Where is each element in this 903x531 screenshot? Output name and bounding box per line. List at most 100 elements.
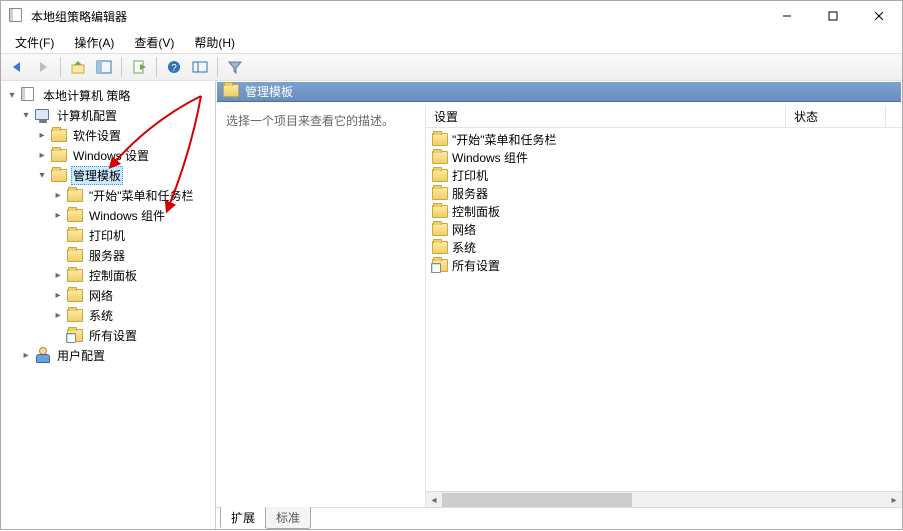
scrollbar-thumb[interactable] [442,493,632,507]
list-item-label: 所有设置 [452,257,500,274]
toolbar-separator [60,57,61,77]
list-item[interactable]: 服务器 [426,184,902,202]
forward-button[interactable] [31,55,55,79]
menu-file[interactable]: 文件(F) [7,32,62,53]
maximize-button[interactable] [810,1,856,31]
folder-icon [432,131,448,147]
list-item-label: 网络 [452,221,476,238]
description-prompt: 选择一个项目来查看它的描述。 [226,114,394,128]
tab-standard[interactable]: 标准 [265,507,311,529]
list-item[interactable]: 系统 [426,238,902,256]
menu-view[interactable]: 查看(V) [126,32,182,53]
list-item-label: "开始"菜单和任务栏 [452,131,557,148]
tree-admin-templates[interactable]: ▾ 管理模板 [1,165,215,185]
folder-icon [67,287,83,303]
computer-icon [35,107,51,123]
toolbar-separator [217,57,218,77]
folder-icon [432,221,448,237]
tree-root[interactable]: ▾ 本地计算机 策略 [1,85,215,105]
tree-network[interactable]: ▸ 网络 [1,285,215,305]
tree-label: 所有设置 [87,326,139,345]
show-hide-tree-button[interactable] [92,55,116,79]
tree-label: 计算机配置 [55,106,119,125]
column-label: 设置 [434,108,458,125]
properties-button[interactable] [188,55,212,79]
up-button[interactable] [66,55,90,79]
back-button[interactable] [5,55,29,79]
list-body[interactable]: "开始"菜单和任务栏Windows 组件打印机服务器控制面板网络系统所有设置 [426,128,902,491]
menubar: 文件(F) 操作(A) 查看(V) 帮助(H) [1,31,902,53]
tree-user-config[interactable]: ▸ 用户配置 [1,345,215,365]
minimize-button[interactable] [764,1,810,31]
tree-label: 打印机 [87,226,127,245]
chevron-right-icon[interactable]: ▸ [35,148,49,162]
tree-panel[interactable]: ▾ 本地计算机 策略 ▾ 计算机配置 ▸ 软件设置 ▸ Wind [1,81,216,529]
column-settings[interactable]: 设置 [426,106,786,127]
column-status[interactable]: 状态 [786,106,886,127]
list-item-label: 服务器 [452,185,488,202]
folder-icon [67,247,83,263]
folder-ext-icon [432,257,448,273]
toolbar: ? [1,53,902,81]
list-item-label: 打印机 [452,167,488,184]
policy-icon [21,87,37,103]
scroll-right-icon[interactable]: ▸ [886,492,902,508]
tab-extended[interactable]: 扩展 [220,507,266,529]
list-item-label: Windows 组件 [452,149,528,166]
tree-win-components[interactable]: ▸ Windows 组件 [1,205,215,225]
menu-help[interactable]: 帮助(H) [186,32,243,53]
tab-label: 标准 [276,511,300,525]
close-button[interactable] [856,1,902,31]
tree-software-settings[interactable]: ▸ 软件设置 [1,125,215,145]
folder-ext-icon [67,327,83,343]
tree-printers[interactable]: ▸ 打印机 [1,225,215,245]
chevron-right-icon[interactable]: ▸ [51,188,65,202]
tabbar: 扩展 标准 [216,507,902,529]
folder-icon [432,239,448,255]
menu-action[interactable]: 操作(A) [66,32,122,53]
horizontal-scrollbar[interactable]: ◂ ▸ [426,491,902,507]
tree-servers[interactable]: ▸ 服务器 [1,245,215,265]
folder-icon [432,203,448,219]
tree-label: 软件设置 [71,126,123,145]
chevron-right-icon[interactable]: ▸ [19,348,33,362]
chevron-right-icon[interactable]: ▸ [35,128,49,142]
chevron-right-icon[interactable]: ▸ [51,308,65,322]
filter-button[interactable] [223,55,247,79]
window-title: 本地组策略编辑器 [31,8,764,25]
folder-icon [67,227,83,243]
list-item[interactable]: Windows 组件 [426,148,902,166]
chevron-right-icon[interactable]: ▸ [51,288,65,302]
tree-label: Windows 组件 [87,206,167,225]
app-icon [9,8,25,24]
chevron-down-icon[interactable]: ▾ [19,108,33,122]
chevron-right-icon[interactable]: ▸ [51,268,65,282]
list-item[interactable]: 所有设置 [426,256,902,274]
column-label: 状态 [794,108,818,125]
tree-windows-settings[interactable]: ▸ Windows 设置 [1,145,215,165]
tree-label: 管理模板 [71,166,123,185]
scroll-left-icon[interactable]: ◂ [426,492,442,508]
folder-icon [67,307,83,323]
tree-all-settings[interactable]: ▸ 所有设置 [1,325,215,345]
tree-computer-config[interactable]: ▾ 计算机配置 [1,105,215,125]
export-button[interactable] [127,55,151,79]
folder-icon [51,167,67,183]
folder-icon [67,207,83,223]
folder-icon [432,149,448,165]
tree-label: 系统 [87,306,115,325]
tree-label: Windows 设置 [71,146,151,165]
chevron-right-icon[interactable]: ▸ [51,208,65,222]
list-item[interactable]: 网络 [426,220,902,238]
toolbar-separator [156,57,157,77]
tree-system[interactable]: ▸ 系统 [1,305,215,325]
help-button[interactable]: ? [162,55,186,79]
folder-icon [67,267,83,283]
chevron-down-icon[interactable]: ▾ [5,88,19,102]
list-item[interactable]: "开始"菜单和任务栏 [426,130,902,148]
chevron-down-icon[interactable]: ▾ [35,168,49,182]
tree-control-panel[interactable]: ▸ 控制面板 [1,265,215,285]
list-item[interactable]: 打印机 [426,166,902,184]
list-item[interactable]: 控制面板 [426,202,902,220]
tree-start-taskbar[interactable]: ▸ "开始"菜单和任务栏 [1,185,215,205]
